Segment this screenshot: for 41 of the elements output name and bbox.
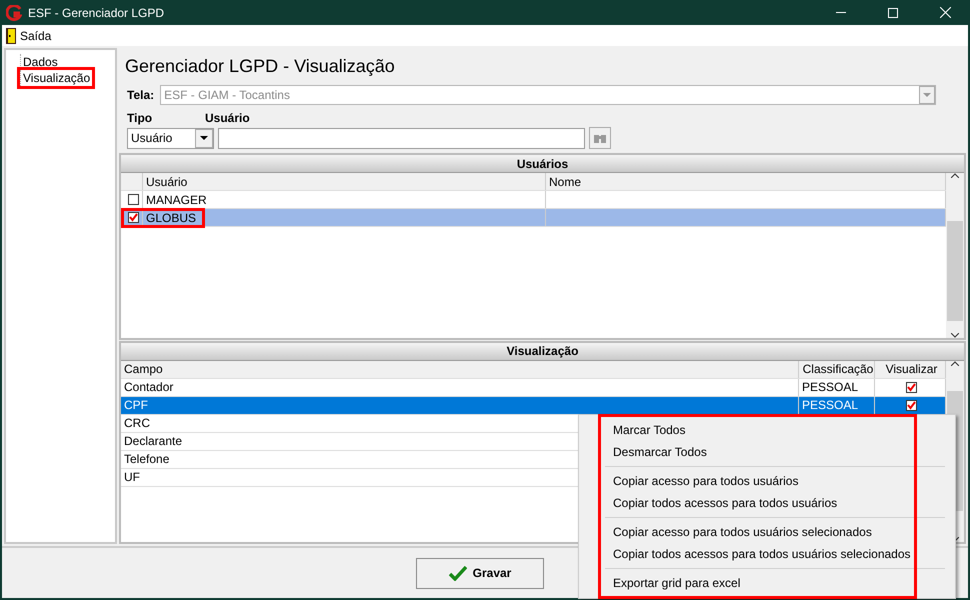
caret-icon bbox=[200, 136, 208, 140]
door-icon bbox=[6, 28, 16, 44]
tree-item[interactable]: Dados bbox=[20, 54, 60, 70]
menu-item[interactable]: Copiar todos acessos para todos usuários bbox=[601, 492, 914, 514]
table-cell: PESSOAL bbox=[799, 378, 875, 396]
field-label: Tela: bbox=[127, 88, 154, 102]
grid-title: Usuários bbox=[121, 155, 964, 174]
menu-item[interactable]: Copiar acesso para todos usuários selecionados bbox=[601, 521, 914, 543]
table-cell: GLOBUS bbox=[143, 209, 546, 226]
checkbox[interactable] bbox=[128, 194, 138, 206]
caret-icon bbox=[923, 93, 932, 98]
window-title: ESF - Gerenciador LGPD bbox=[28, 6, 166, 20]
field-label: Usuário bbox=[205, 111, 250, 126]
checkbox[interactable] bbox=[906, 382, 917, 393]
table-cell: MANAGER bbox=[143, 191, 546, 208]
user-search-field[interactable] bbox=[218, 128, 585, 149]
page-heading: Gerenciador LGPD - Visualização bbox=[124, 55, 396, 78]
table-row[interactable]: CPF PESSOAL bbox=[121, 396, 946, 415]
table-cell: Contador bbox=[121, 378, 799, 396]
checkmark-icon bbox=[128, 213, 138, 222]
binoculars-icon bbox=[593, 132, 607, 144]
table-row[interactable]: Contador PESSOAL bbox=[121, 378, 946, 397]
maximize-icon bbox=[888, 8, 898, 18]
tree-item[interactable]: Visualização bbox=[20, 70, 92, 86]
grid-title: Visualização bbox=[121, 342, 964, 361]
menu-item[interactable]: Copiar todos acessos para todos usuários selecionados bbox=[601, 543, 914, 565]
type-dropdown[interactable]: Usuário bbox=[127, 128, 214, 149]
save-button[interactable]: Gravar bbox=[416, 558, 544, 588]
scrollbar[interactable] bbox=[946, 173, 964, 338]
table-row[interactable]: MANAGER bbox=[121, 191, 946, 210]
checkbox[interactable] bbox=[906, 400, 917, 411]
app-logo-icon bbox=[6, 4, 22, 20]
menu-item[interactable]: Exportar grid para excel bbox=[601, 572, 914, 594]
checkbox[interactable] bbox=[128, 212, 138, 224]
menu-item[interactable]: Saída bbox=[20, 28, 52, 42]
checkmark-icon bbox=[448, 565, 467, 581]
table-cell: PESSOAL bbox=[799, 396, 875, 414]
close-icon bbox=[940, 7, 950, 18]
minimize-icon bbox=[836, 12, 846, 13]
table-row[interactable]: GLOBUS bbox=[121, 209, 946, 228]
field-label: Tipo bbox=[127, 111, 154, 126]
